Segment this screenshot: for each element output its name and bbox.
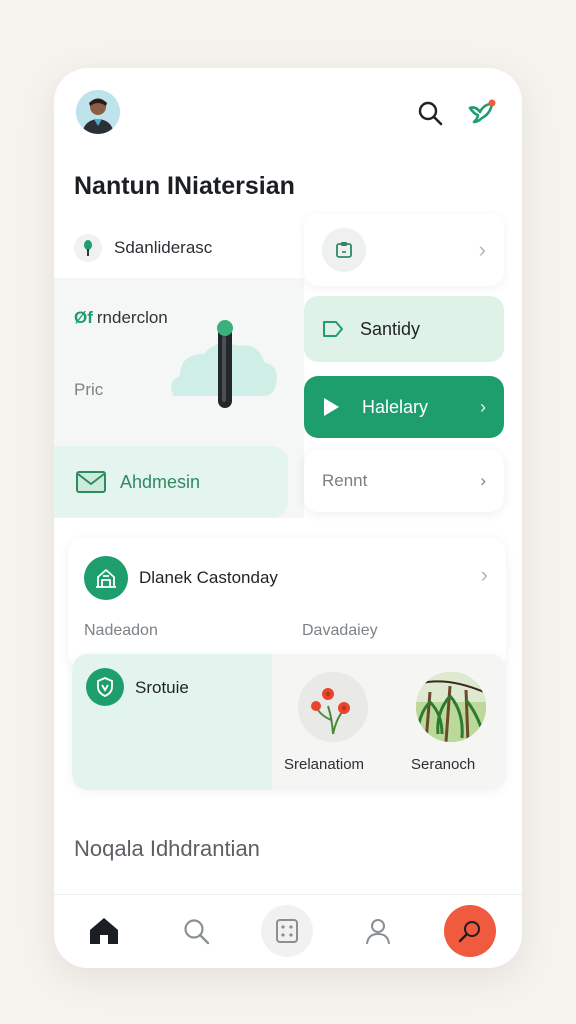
home-icon[interactable]	[78, 905, 130, 957]
chevron-right-icon: ›	[480, 396, 486, 417]
list-item-top[interactable]: Sdanliderasc	[74, 234, 212, 262]
grid-icon[interactable]	[261, 905, 313, 957]
green-label-text: rnderclon	[96, 308, 168, 327]
santidy-card[interactable]: Santidy	[304, 296, 504, 362]
clipboard-card[interactable]: ›	[304, 214, 504, 286]
page-title: Nantun INiatersian	[74, 172, 295, 200]
rennt-card[interactable]: Rennt ›	[304, 450, 504, 512]
plant-label: Seranoch	[411, 756, 476, 773]
admission-card[interactable]: Ahdmesin	[54, 446, 288, 518]
play-card-label: Halelary	[362, 396, 429, 417]
santidy-label: Santidy	[360, 318, 421, 339]
play-icon	[324, 398, 339, 416]
add-icon[interactable]	[444, 905, 496, 957]
plant-thumbnail[interactable]	[416, 672, 486, 742]
section-title: Noqala Idhdrantian	[74, 836, 260, 861]
chevron-right-icon: ›	[480, 562, 488, 587]
list-item-label: Sdanliderasc	[114, 238, 213, 257]
info-card[interactable]: Dlanek Castonday › Nadeadon Davadaiey	[68, 538, 506, 670]
phone-screen: Nantun INiatersian Sdanliderasc Øf rnder…	[54, 68, 522, 968]
green-label-prefix: Øf	[74, 308, 93, 327]
gallery-card: Srotuie Srelanatiom Seranoch	[72, 654, 506, 790]
mail-icon	[76, 471, 106, 493]
green-label: Øf rnderclon	[74, 308, 168, 328]
flower-label: Srelanatiom	[284, 756, 365, 773]
gray-label: Pric	[74, 380, 104, 399]
avatar[interactable]	[76, 90, 120, 134]
admission-card-label: Ahdmesin	[120, 471, 201, 492]
profile-icon[interactable]	[352, 905, 404, 957]
search-icon[interactable]	[170, 905, 222, 957]
chevron-right-icon: ›	[480, 471, 486, 490]
gallery-card-title: Srotuie	[135, 678, 189, 697]
bottom-navigation	[54, 894, 522, 968]
chevron-right-icon: ›	[478, 237, 486, 262]
info-card-title: Dlanek Castonday	[139, 568, 278, 587]
play-card-content: Halelary	[322, 397, 428, 418]
tag-icon	[323, 321, 343, 337]
info-card-left-label: Nadeadon	[84, 622, 158, 639]
sprout-icon	[74, 234, 102, 262]
cloud-slider-illustration[interactable]	[166, 320, 282, 415]
flower-thumbnail[interactable]	[298, 672, 368, 742]
clipboard-icon	[322, 228, 366, 272]
building-icon	[84, 556, 128, 600]
bird-icon[interactable]	[466, 98, 496, 128]
rennt-label: Rennt	[322, 471, 368, 490]
info-card-right-label: Davadaiey	[302, 622, 378, 639]
play-card[interactable]: Halelary ›	[304, 376, 504, 438]
search-icon[interactable]	[415, 98, 445, 128]
shield-icon	[86, 668, 124, 706]
